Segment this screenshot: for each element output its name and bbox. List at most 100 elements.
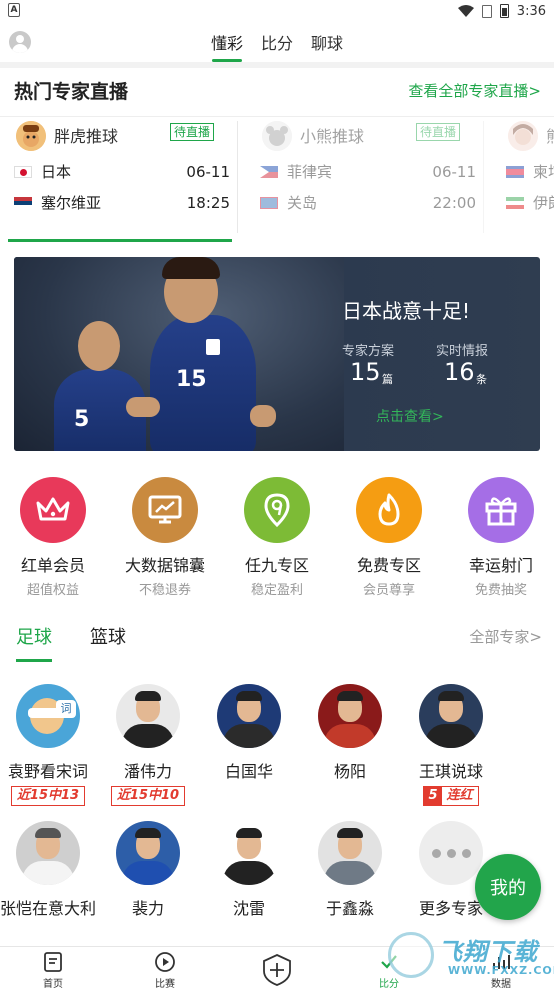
- japan-flag-icon: [14, 165, 32, 178]
- feature-grid: 红单会员 超值权益 大数据锦囊 不稳退券 任九专区 稳定盈利 免费专区 会员尊享…: [0, 474, 554, 598]
- away-team-row: 塞尔维亚 18:25: [14, 192, 230, 213]
- status-badge: 待直播: [170, 123, 215, 141]
- expert-card[interactable]: 白国华: [199, 684, 299, 782]
- iran-flag-icon: [506, 196, 524, 209]
- feature-free-zone[interactable]: 免费专区 会员尊享: [334, 474, 444, 598]
- promo-banner[interactable]: 5 15 日本战意十足! 专家方案 实时情报 15 篇 16 条 点击查看>: [14, 257, 540, 451]
- serbia-flag-icon: [14, 196, 32, 209]
- status-bar: A 3:36: [0, 0, 554, 22]
- nav-match[interactable]: 比赛: [130, 951, 200, 990]
- expert-avatar: [16, 821, 80, 885]
- expert-card[interactable]: 词 袁野看宋词 近15中13: [0, 684, 98, 806]
- match-date: 06-11: [432, 162, 476, 181]
- nav-label: 首页: [43, 979, 63, 990]
- away-team-row: 关岛 22:00: [260, 192, 476, 213]
- player-hair: [162, 257, 220, 279]
- expert-avatar: [116, 821, 180, 885]
- view-all-live-link[interactable]: 查看全部专家直播>: [408, 80, 541, 101]
- feature-lucky-shot[interactable]: 幸运射门 免费抽奖: [446, 474, 554, 598]
- home-team: 日本: [41, 163, 72, 181]
- feature-subtitle: 不稳退券: [138, 583, 191, 598]
- philippines-flag-icon: [260, 165, 278, 178]
- expert-name: 裴力: [131, 899, 164, 918]
- jersey-number-main: 15: [176, 367, 207, 392]
- watermark-url: WWW.FXXZ.COM: [448, 964, 554, 977]
- play-icon: [154, 951, 176, 973]
- live-card[interactable]: 胖虎推球 待直播 日本 06-11 塞尔维亚 18:25: [0, 117, 238, 235]
- tab-basketball[interactable]: 篮球: [90, 623, 126, 649]
- away-team: 关岛: [287, 194, 318, 212]
- player-head: [78, 321, 120, 371]
- streak-text: 连红: [446, 788, 473, 803]
- watermark-logo: 飞翔下载 WWW.FXXZ.COM: [388, 930, 554, 988]
- expert-avatar: [16, 121, 46, 151]
- feature-red-member[interactable]: 红单会员 超值权益: [0, 474, 108, 598]
- expert-card[interactable]: 裴力: [98, 821, 198, 919]
- expert-avatar: [116, 684, 180, 748]
- feature-label: 免费专区: [356, 556, 421, 575]
- expert-avatar: [318, 684, 382, 748]
- expert-name: 小熊推球: [300, 127, 365, 146]
- expert-name: 沈雷: [232, 899, 265, 918]
- more-icon: [419, 821, 483, 885]
- stat-label: 专家方案: [342, 344, 395, 359]
- feature-ren-jiu[interactable]: 任九专区 稳定盈利: [222, 474, 332, 598]
- watermark-title: 飞翔下载: [438, 938, 538, 966]
- stat-unit: 条: [476, 373, 487, 386]
- flame-icon: [356, 477, 422, 543]
- home-team-row: 柬埔: [506, 161, 554, 182]
- banner-title: 日本战意十足!: [342, 299, 471, 323]
- expert-card[interactable]: 潘伟力 近15中10: [98, 684, 198, 806]
- away-team-row: 伊朗: [506, 192, 554, 213]
- expert-avatar: 词: [16, 684, 80, 748]
- nav-center[interactable]: [242, 951, 312, 989]
- home-team: 柬埔: [533, 163, 554, 181]
- tab-dongcai[interactable]: 懂彩: [211, 30, 243, 62]
- guam-flag-icon: [260, 196, 278, 209]
- expert-avatar: [419, 684, 483, 748]
- expert-name: 张恺在意大利: [0, 899, 96, 918]
- feature-subtitle: 超值权益: [26, 583, 79, 598]
- section-divider: [0, 62, 554, 68]
- tab-bifen[interactable]: 比分: [261, 30, 293, 62]
- streak-badge: 5 连红: [423, 786, 479, 806]
- stat-label: 实时情报: [436, 344, 489, 359]
- feature-label: 幸运射门: [468, 556, 533, 575]
- gift-icon: [468, 477, 534, 543]
- status-icons: 3:36: [457, 2, 546, 20]
- divider: [237, 121, 238, 233]
- home-doc-icon: [42, 951, 64, 973]
- feature-subtitle: 会员尊享: [362, 583, 415, 598]
- tab-football[interactable]: 足球: [16, 623, 52, 649]
- expert-card[interactable]: 王琪说球 5 连红: [401, 684, 501, 806]
- live-card[interactable]: 小熊推球 待直播 菲律宾 06-11 关岛 22:00: [246, 117, 484, 235]
- all-experts-link[interactable]: 全部专家>: [469, 626, 542, 647]
- mine-button[interactable]: 我的: [475, 854, 541, 920]
- home-team: 菲律宾: [287, 163, 333, 181]
- player-fist: [250, 405, 276, 427]
- nav-label: 比赛: [155, 979, 175, 990]
- expert-name: 杨阳: [333, 762, 366, 781]
- expert-card[interactable]: 沈雷: [199, 821, 299, 919]
- expert-card[interactable]: 杨阳: [300, 684, 400, 782]
- feature-big-data[interactable]: 大数据锦囊 不稳退券: [110, 474, 220, 598]
- expert-avatar: [508, 121, 538, 151]
- stat-value: 16: [444, 358, 475, 386]
- record-badge: 近15中13: [10, 786, 86, 806]
- expert-card[interactable]: 张恺在意大利: [0, 821, 98, 919]
- live-cards: 胖虎推球 待直播 日本 06-11 塞尔维亚 18:25 小熊推球 待直播 菲律…: [0, 117, 554, 243]
- stat-unit: 篇: [382, 373, 393, 386]
- tab-underline: [16, 659, 52, 662]
- match-date: 06-11: [186, 162, 230, 181]
- banner-cta-link[interactable]: 点击查看>: [376, 406, 444, 426]
- expert-name: 王琪说球: [418, 762, 483, 781]
- live-card[interactable]: 熊 柬埔 伊朗: [492, 117, 554, 235]
- feature-label: 大数据锦囊: [124, 556, 205, 575]
- tab-liaoqiu[interactable]: 聊球: [311, 30, 343, 62]
- no-sim-icon: [481, 4, 492, 18]
- nav-home[interactable]: 首页: [18, 951, 88, 990]
- streak-number: 5: [424, 787, 442, 805]
- expert-card[interactable]: 于鑫淼: [300, 821, 400, 919]
- player-fist: [126, 397, 160, 417]
- home-team-row: 菲律宾 06-11: [260, 161, 476, 182]
